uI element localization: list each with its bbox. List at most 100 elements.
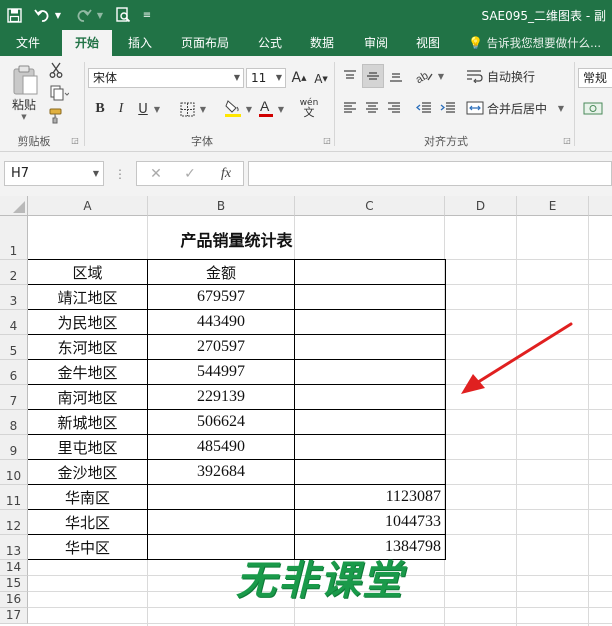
increase-indent-icon[interactable] — [438, 98, 458, 118]
accounting-format-icon[interactable] — [580, 98, 608, 118]
area-name-cell[interactable]: 华北区 — [28, 510, 147, 534]
region-amount-cell[interactable]: 392684 — [148, 460, 294, 484]
insert-function-icon[interactable]: fx — [213, 164, 239, 184]
header-amount-cell[interactable]: 金额 — [148, 260, 294, 284]
italic-button[interactable]: I — [114, 98, 128, 120]
align-center-icon[interactable] — [362, 98, 382, 118]
print-preview-icon[interactable] — [113, 4, 133, 26]
region-name-cell[interactable]: 东河地区 — [28, 335, 147, 359]
tell-me-box[interactable]: 💡 告诉我您想要做什么... — [468, 30, 601, 56]
area-name-cell[interactable]: 华南区 — [28, 485, 147, 509]
region-name-cell[interactable]: 靖江地区 — [28, 285, 147, 309]
align-middle-icon[interactable] — [362, 64, 384, 88]
row-header-12[interactable]: 12 — [0, 510, 28, 535]
row-header-4[interactable]: 4 — [0, 310, 28, 335]
region-amount-cell[interactable]: 229139 — [148, 385, 294, 409]
chevron-down-icon[interactable]: ▼ — [152, 100, 162, 118]
region-amount-cell[interactable]: 679597 — [148, 285, 294, 309]
format-painter-icon[interactable] — [46, 106, 66, 126]
merge-center-button[interactable]: 合并后居中 — [466, 98, 556, 118]
tab-file[interactable]: 文件 — [6, 30, 50, 56]
align-right-icon[interactable] — [384, 98, 404, 118]
row-header-10[interactable]: 10 — [0, 460, 28, 485]
row-header-2[interactable]: 2 — [0, 260, 28, 285]
tab-view[interactable]: 视图 — [408, 30, 448, 56]
header-region-cell[interactable]: 区域 — [28, 260, 147, 284]
row-header-11[interactable]: 11 — [0, 485, 28, 510]
number-format-dropdown[interactable]: 常规 — [578, 68, 612, 88]
row-header-8[interactable]: 8 — [0, 410, 28, 435]
row-header-16[interactable]: 16 — [0, 592, 28, 608]
font-name-dropdown[interactable]: 宋体 ▼ — [88, 68, 244, 88]
cancel-icon[interactable]: ✕ — [145, 164, 167, 184]
fill-color-icon[interactable] — [222, 96, 244, 120]
wrap-text-button[interactable]: 自动换行 — [466, 66, 546, 86]
bold-button[interactable]: B — [92, 98, 108, 120]
region-name-cell[interactable]: 金沙地区 — [28, 460, 147, 484]
paste-button[interactable]: 粘贴 — [6, 96, 42, 112]
decrease-font-size-icon[interactable]: A ▼ — [312, 69, 330, 89]
undo-dropdown-icon[interactable]: ▼ — [53, 4, 63, 26]
region-name-cell[interactable]: 里屯地区 — [28, 435, 147, 459]
font-color-icon[interactable]: A — [256, 96, 276, 120]
enter-icon[interactable]: ✓ — [179, 164, 201, 184]
font-size-dropdown[interactable]: 11 ▼ — [246, 68, 286, 88]
row-header-15[interactable]: 15 — [0, 576, 28, 592]
tab-insert[interactable]: 插入 — [120, 30, 160, 56]
row-header-7[interactable]: 7 — [0, 385, 28, 410]
tab-review[interactable]: 审阅 — [356, 30, 396, 56]
font-launcher-icon[interactable]: ◲ — [322, 134, 332, 146]
redo-dropdown-icon[interactable]: ▼ — [95, 4, 105, 26]
chevron-down-icon[interactable]: ▼ — [244, 100, 254, 118]
chevron-down-icon[interactable]: ▼ — [556, 100, 566, 116]
tab-page-layout[interactable]: 页面布局 — [172, 30, 238, 56]
row-header-1[interactable]: 1 — [0, 216, 28, 260]
tab-formulas[interactable]: 公式 — [250, 30, 290, 56]
region-name-cell[interactable]: 南河地区 — [28, 385, 147, 409]
region-amount-cell[interactable]: 270597 — [148, 335, 294, 359]
region-name-cell[interactable]: 金牛地区 — [28, 360, 147, 384]
phonetic-guide-button[interactable]: wén 文 — [296, 96, 322, 120]
column-header-f[interactable] — [589, 196, 612, 216]
alignment-launcher-icon[interactable]: ◲ — [562, 134, 572, 146]
select-all-corner[interactable] — [0, 196, 28, 216]
column-header-d[interactable]: D — [445, 196, 517, 216]
area-name-cell[interactable]: 华中区 — [28, 535, 147, 559]
row-header-14[interactable]: 14 — [0, 560, 28, 576]
area-total-cell[interactable]: 1044733 — [295, 510, 445, 534]
column-header-b[interactable]: B — [148, 196, 295, 216]
paste-icon[interactable] — [8, 62, 42, 98]
undo-icon[interactable] — [32, 4, 52, 26]
cut-icon[interactable] — [46, 60, 66, 80]
chevron-down-icon[interactable]: ▼ — [436, 68, 446, 84]
row-header-13[interactable]: 13 — [0, 535, 28, 560]
align-bottom-icon[interactable] — [386, 66, 406, 86]
tab-data[interactable]: 数据 — [302, 30, 342, 56]
region-amount-cell[interactable]: 544997 — [148, 360, 294, 384]
column-header-e[interactable]: E — [517, 196, 589, 216]
sheet-title[interactable]: 产品销量统计表 — [28, 216, 445, 259]
underline-button[interactable]: U — [136, 98, 150, 120]
column-header-c[interactable]: C — [295, 196, 445, 216]
redo-icon[interactable] — [74, 4, 94, 26]
tab-home[interactable]: 开始 — [62, 30, 112, 56]
increase-font-size-icon[interactable]: A ▲ — [290, 68, 308, 88]
align-left-icon[interactable] — [340, 98, 360, 118]
region-name-cell[interactable]: 新城地区 — [28, 410, 147, 434]
row-header-17[interactable]: 17 — [0, 608, 28, 624]
worksheet-grid[interactable]: A B C D E 1 2 3 4 5 6 7 8 9 10 11 12 13 … — [0, 196, 612, 626]
row-header-3[interactable]: 3 — [0, 285, 28, 310]
region-name-cell[interactable]: 为民地区 — [28, 310, 147, 334]
name-box[interactable]: H7 ▼ — [4, 161, 104, 186]
region-amount-cell[interactable]: 485490 — [148, 435, 294, 459]
row-header-9[interactable]: 9 — [0, 435, 28, 460]
align-top-icon[interactable] — [340, 66, 360, 86]
region-amount-cell[interactable]: 506624 — [148, 410, 294, 434]
region-amount-cell[interactable]: 443490 — [148, 310, 294, 334]
chevron-down-icon[interactable]: ▼ — [276, 100, 286, 118]
chevron-down-icon[interactable]: ▼ — [198, 100, 208, 118]
paste-dropdown-icon[interactable]: ▼ — [18, 112, 30, 122]
decrease-indent-icon[interactable] — [414, 98, 434, 118]
borders-icon[interactable] — [176, 98, 198, 120]
column-header-a[interactable]: A — [28, 196, 148, 216]
